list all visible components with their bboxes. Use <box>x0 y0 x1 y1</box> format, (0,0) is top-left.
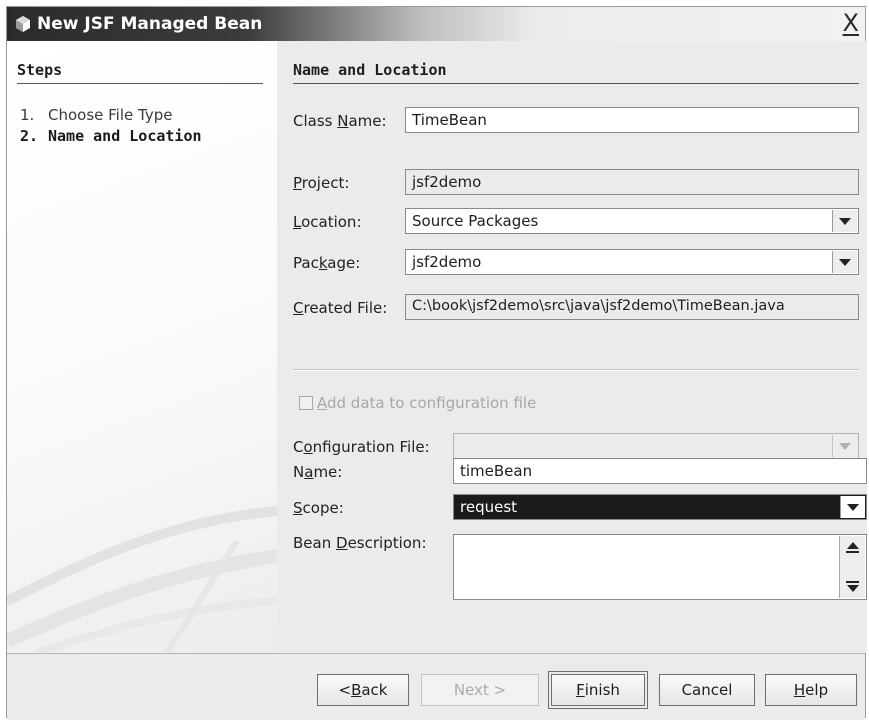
add-config-label: Add data to configuration file <box>317 394 537 412</box>
location-label: Location: <box>293 213 362 231</box>
scope-dropdown-button[interactable] <box>840 496 865 518</box>
step-label: Choose File Type <box>48 106 173 124</box>
package-value: jsf2demo <box>412 253 482 271</box>
scope-combobox[interactable]: request <box>453 494 867 520</box>
scroll-up-icon <box>846 542 859 549</box>
bean-name-label: Name: <box>293 463 343 481</box>
step-number: 1. <box>20 106 35 124</box>
config-file-combobox[interactable] <box>453 433 859 459</box>
scroll-down-icon <box>846 585 859 592</box>
created-file-field: C:\book\jsf2demo\src\java\jsf2demo\TimeB… <box>405 294 859 320</box>
chevron-down-icon <box>839 442 851 450</box>
section-divider <box>293 369 859 371</box>
step-choose-file-type[interactable]: 1. Choose File Type <box>20 106 172 124</box>
name-location-panel: Name and Location Class Name: TimeBean P… <box>277 41 867 653</box>
scroll-bar-glyph <box>846 581 859 583</box>
location-combobox[interactable]: Source Packages <box>405 208 859 234</box>
next-button[interactable]: Next > <box>421 674 539 706</box>
bean-icon <box>16 16 30 32</box>
location-value: Source Packages <box>412 212 539 230</box>
title-bar[interactable]: New JSF Managed Bean X <box>7 7 865 41</box>
window-title: New JSF Managed Bean <box>37 14 263 34</box>
panel-heading: Name and Location <box>293 61 859 84</box>
package-label: Package: <box>293 254 361 272</box>
project-field: jsf2demo <box>405 169 859 195</box>
steps-panel: Steps 1. Choose File Type 2. Name and Loca… <box>7 41 277 653</box>
config-file-label: Configuration File: <box>293 438 430 456</box>
project-label: Project: <box>293 174 350 192</box>
scope-value: request <box>460 498 518 516</box>
finish-button[interactable]: Finish <box>548 671 648 709</box>
scope-label: Scope: <box>293 499 344 517</box>
location-dropdown-button[interactable] <box>832 210 857 232</box>
scroll-down-button[interactable] <box>840 575 865 598</box>
description-scrollbar[interactable] <box>839 536 865 598</box>
config-file-dropdown-button[interactable] <box>832 435 857 457</box>
step-number: 2. <box>20 127 39 145</box>
chevron-down-icon <box>839 258 851 266</box>
step-label: Name and Location <box>48 127 202 145</box>
chevron-down-icon <box>847 503 859 511</box>
chevron-down-icon <box>839 217 851 225</box>
add-config-checkbox[interactable] <box>299 396 313 410</box>
button-bar: < Back Next > Finish Cancel Help <box>7 653 865 720</box>
created-file-label: Created File: <box>293 299 388 317</box>
help-button[interactable]: Help <box>765 674 857 706</box>
package-combobox[interactable]: jsf2demo <box>405 249 859 275</box>
package-dropdown-button[interactable] <box>832 251 857 273</box>
back-button[interactable]: < Back <box>317 674 409 706</box>
dialog-window: New JSF Managed Bean X Steps 1. Choose Fi… <box>6 6 867 720</box>
class-name-label: Class Name: <box>293 112 387 130</box>
scroll-up-button[interactable] <box>840 536 865 559</box>
class-name-input[interactable]: TimeBean <box>405 107 859 133</box>
close-button[interactable]: X <box>843 10 859 36</box>
bean-name-input[interactable]: timeBean <box>453 458 867 484</box>
bean-description-label: Bean Description: <box>293 534 427 552</box>
bean-description-textarea[interactable] <box>453 534 867 600</box>
cancel-button[interactable]: Cancel <box>659 674 755 706</box>
steps-heading: Steps <box>17 61 263 84</box>
step-name-and-location[interactable]: 2. Name and Location <box>20 127 202 145</box>
scroll-bar-glyph <box>846 551 859 553</box>
